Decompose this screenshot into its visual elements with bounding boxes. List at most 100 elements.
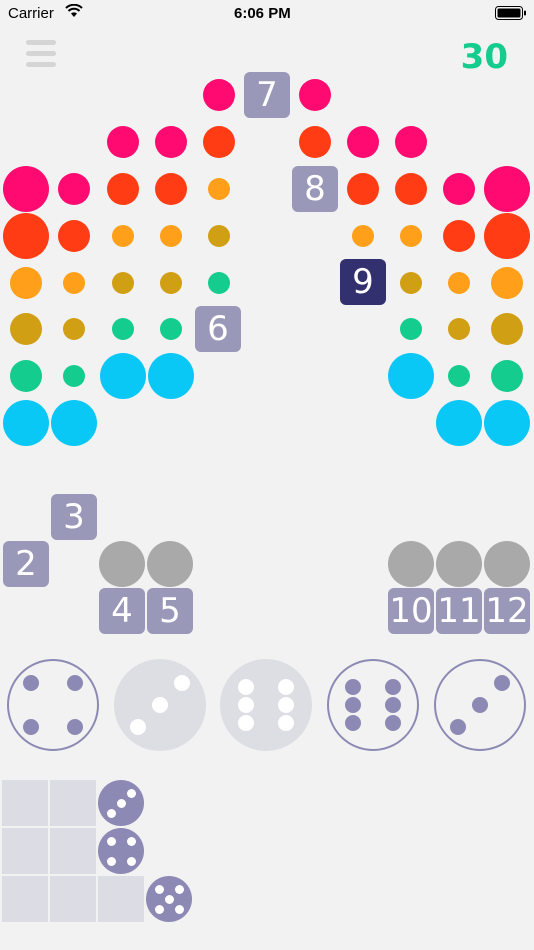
board-dot xyxy=(107,173,139,205)
board-dot xyxy=(107,126,139,158)
board-dot xyxy=(160,225,182,247)
board-dot xyxy=(484,166,530,212)
die-pip xyxy=(385,715,401,731)
tile-8[interactable]: 8 xyxy=(292,166,338,212)
board-dot xyxy=(395,173,427,205)
board-dot xyxy=(112,225,134,247)
board-dot xyxy=(347,126,379,158)
die-pip xyxy=(152,697,168,713)
board-dot xyxy=(436,400,482,446)
board-dot xyxy=(3,400,49,446)
tray-cell xyxy=(2,780,48,826)
board-dot xyxy=(100,353,146,399)
board-dot xyxy=(448,318,470,340)
board-dot xyxy=(112,272,134,294)
board-dot xyxy=(299,126,331,158)
mini-die-pip xyxy=(154,884,164,894)
board-dot xyxy=(448,365,470,387)
board-dot xyxy=(400,272,422,294)
die-pip xyxy=(238,715,254,731)
board-dot xyxy=(3,166,49,212)
die-pip xyxy=(238,697,254,713)
board-dot xyxy=(155,126,187,158)
die-pip xyxy=(23,719,39,735)
board-dot xyxy=(400,318,422,340)
board-dot xyxy=(299,79,331,111)
bin-tile-12[interactable]: 12 xyxy=(484,588,530,634)
mini-die-pip xyxy=(164,894,174,904)
board-dot xyxy=(203,126,235,158)
die-pip xyxy=(385,697,401,713)
bin-tile-11[interactable]: 11 xyxy=(436,588,482,634)
board-dot xyxy=(63,365,85,387)
mini-die[interactable] xyxy=(98,828,144,874)
board-dot xyxy=(10,360,42,392)
board-dot xyxy=(10,267,42,299)
die-1[interactable] xyxy=(7,659,99,751)
mini-die-pip xyxy=(106,808,116,818)
board-dot xyxy=(448,272,470,294)
mini-die-pip xyxy=(126,836,136,846)
mini-die-pip xyxy=(126,856,136,866)
tray-cell xyxy=(2,828,48,874)
mini-die-pip xyxy=(106,836,116,846)
die-4[interactable] xyxy=(327,659,419,751)
bin-ball xyxy=(99,541,145,587)
board-dot xyxy=(208,178,230,200)
mini-die[interactable] xyxy=(146,876,192,922)
bin-tile-5[interactable]: 5 xyxy=(147,588,193,634)
tray-cell xyxy=(50,828,96,874)
die-pip xyxy=(67,675,83,691)
board-dot xyxy=(491,267,523,299)
die-pip xyxy=(450,719,466,735)
tray-cell xyxy=(50,876,96,922)
board-dot xyxy=(443,220,475,252)
die-pip xyxy=(278,697,294,713)
mini-die-pip xyxy=(116,798,126,808)
die-pip xyxy=(130,719,146,735)
board-dot xyxy=(484,400,530,446)
board-dot xyxy=(395,126,427,158)
mini-die-pip xyxy=(174,904,184,914)
bin-tile-3[interactable]: 3 xyxy=(51,494,97,540)
die-5[interactable] xyxy=(434,659,526,751)
die-pip xyxy=(174,675,190,691)
tile-7[interactable]: 7 xyxy=(244,72,290,118)
bin-ball xyxy=(436,541,482,587)
tile-9[interactable]: 9 xyxy=(340,259,386,305)
bin-tile-4[interactable]: 4 xyxy=(99,588,145,634)
board-dot xyxy=(63,318,85,340)
board-dot xyxy=(3,213,49,259)
die-3[interactable] xyxy=(220,659,312,751)
board-dot xyxy=(160,318,182,340)
mini-die[interactable] xyxy=(98,780,144,826)
board-dot xyxy=(400,225,422,247)
die-pip xyxy=(278,679,294,695)
board-dot xyxy=(484,213,530,259)
die-pip xyxy=(345,715,361,731)
bin-tile-2[interactable]: 2 xyxy=(3,541,49,587)
board-dot xyxy=(352,225,374,247)
bin-ball xyxy=(388,541,434,587)
board-dot xyxy=(491,313,523,345)
board-dot xyxy=(63,272,85,294)
die-2[interactable] xyxy=(114,659,206,751)
board-dot xyxy=(491,360,523,392)
die-pip xyxy=(23,675,39,691)
bin-tile-10[interactable]: 10 xyxy=(388,588,434,634)
board-dot xyxy=(58,173,90,205)
die-pip xyxy=(278,715,294,731)
tile-6[interactable]: 6 xyxy=(195,306,241,352)
bin-ball xyxy=(147,541,193,587)
die-pip xyxy=(345,697,361,713)
board-dot xyxy=(347,173,379,205)
die-pip xyxy=(385,679,401,695)
mini-die-pip xyxy=(174,884,184,894)
die-pip xyxy=(238,679,254,695)
board-dot xyxy=(388,353,434,399)
board-dot xyxy=(160,272,182,294)
mini-die-pip xyxy=(126,788,136,798)
tray-cell xyxy=(98,876,144,922)
board-dot xyxy=(51,400,97,446)
board-dot xyxy=(208,225,230,247)
